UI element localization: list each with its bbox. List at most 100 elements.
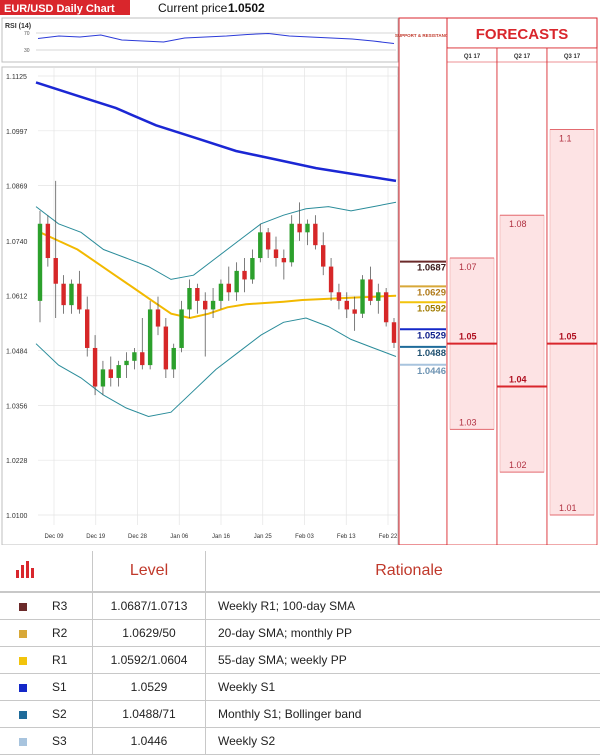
candle-body <box>274 249 278 258</box>
forecast-low-label: 1.01 <box>559 503 577 513</box>
candle-body <box>164 327 168 370</box>
level-label: 1.0687 <box>417 263 446 274</box>
candle-body <box>211 301 215 310</box>
level-rationale: 20-day SMA; monthly PP <box>206 620 600 647</box>
rsi-label: RSI (14) <box>5 23 31 30</box>
forecast-quarter-label: Q1 17 <box>464 54 481 60</box>
x-tick-label: Dec 28 <box>128 534 148 540</box>
candle-body <box>148 309 152 365</box>
level-label: 1.0446 <box>417 366 446 377</box>
chart-figure: EUR/USD Daily Chart Current price 1.0502… <box>0 0 600 545</box>
candle-body <box>132 352 136 361</box>
level-swatch-cell <box>0 592 52 620</box>
candle-body <box>384 292 388 322</box>
candle-body <box>54 258 58 284</box>
y-tick-label: 1.1125 <box>6 74 27 81</box>
candle-body <box>172 348 176 369</box>
forecast-high-label: 1.07 <box>459 262 477 272</box>
x-tick-label: Jan 16 <box>212 534 231 540</box>
y-tick-label: 1.0869 <box>6 184 28 191</box>
level-name: S3 <box>52 728 93 755</box>
levels-panel <box>399 18 447 545</box>
candle-body <box>69 284 73 305</box>
table-row: S11.0529Weekly S1 <box>0 674 600 701</box>
table-header-rationale: Rationale <box>206 551 600 592</box>
forecast-columns: Q1 171.071.031.05Q2 171.081.021.04Q3 171… <box>447 48 597 545</box>
table-row: R31.0687/1.0713Weekly R1; 100-day SMA <box>0 592 600 620</box>
candle-body <box>140 352 144 365</box>
level-name: R2 <box>52 620 93 647</box>
rsi-panel <box>2 18 398 62</box>
candle-body <box>195 288 199 301</box>
candle-body <box>109 369 113 378</box>
levels-header: SUPPORT & RESISTANCE <box>395 33 451 38</box>
x-tick-label: Jan 06 <box>170 534 189 540</box>
candle-body <box>313 224 317 245</box>
table-row: R11.0592/1.060455-day SMA; weekly PP <box>0 647 600 674</box>
x-tick-label: Dec 19 <box>86 534 106 540</box>
forecast-range-band <box>500 215 544 472</box>
candle-body <box>61 284 65 305</box>
candle-body <box>376 292 380 301</box>
candle-body <box>156 309 160 326</box>
table-row: S31.0446Weekly S2 <box>0 728 600 755</box>
candle-body <box>352 309 356 313</box>
candle-body <box>266 232 270 249</box>
level-value: 1.0592/1.0604 <box>93 647 206 674</box>
forecast-quarter-label: Q3 17 <box>564 54 581 60</box>
candle-body <box>203 301 207 310</box>
rsi-tick-30: 30 <box>24 48 30 54</box>
y-tick-label: 1.0484 <box>6 349 28 356</box>
table-header-name <box>52 551 93 592</box>
candle-body <box>187 288 191 309</box>
level-label: 1.0592 <box>417 303 446 314</box>
forecast-high-label: 1.08 <box>509 219 527 229</box>
level-value: 1.0629/50 <box>93 620 206 647</box>
level-swatch-cell <box>0 620 52 647</box>
candle-body <box>282 258 286 262</box>
level-value: 1.0488/71 <box>93 701 206 728</box>
table-header-row: Level Rationale <box>0 551 600 592</box>
candle-body <box>360 279 364 313</box>
candle-body <box>250 258 254 279</box>
y-tick-label: 1.0612 <box>6 294 28 301</box>
candle-body <box>368 279 372 300</box>
candle-body <box>85 309 89 348</box>
forecast-low-label: 1.02 <box>509 460 527 470</box>
level-name: R3 <box>52 592 93 620</box>
candle-body <box>227 284 231 293</box>
level-swatch-cell <box>0 674 52 701</box>
level-label: 1.0529 <box>417 330 446 341</box>
level-value: 1.0446 <box>93 728 206 755</box>
y-tick-label: 1.0100 <box>6 513 28 520</box>
x-tick-label: Jan 25 <box>254 534 273 540</box>
y-tick-label: 1.0740 <box>6 239 28 246</box>
y-tick-label: 1.0228 <box>6 458 28 465</box>
bar-chart-icon <box>0 551 52 592</box>
rsi-tick-70: 70 <box>24 31 30 37</box>
x-tick-label: Feb 13 <box>337 534 356 540</box>
candle-body <box>345 301 349 310</box>
forecast-title: FORECASTS <box>476 26 569 43</box>
price-label: Current price <box>158 1 228 15</box>
level-name: S1 <box>52 674 93 701</box>
candle-body <box>93 348 97 387</box>
levels-table: Level Rationale R31.0687/1.0713Weekly R1… <box>0 551 600 755</box>
candle-body <box>38 224 42 301</box>
candle-body <box>321 245 325 266</box>
candle-body <box>329 267 333 293</box>
candle-body <box>392 322 396 343</box>
level-rationale: Weekly S1 <box>206 674 600 701</box>
level-swatch <box>19 630 27 638</box>
forecast-range-band <box>550 130 594 515</box>
x-tick-label: Feb 22 <box>379 534 398 540</box>
level-name: S2 <box>52 701 93 728</box>
candle-body <box>234 271 238 292</box>
x-tick-label: Dec 09 <box>44 534 64 540</box>
candle-body <box>305 224 309 233</box>
level-rationale: Monthly S1; Bollinger band <box>206 701 600 728</box>
x-tick-label: Feb 03 <box>295 534 314 540</box>
level-swatch <box>19 657 27 665</box>
candle-body <box>337 292 341 301</box>
forecast-low-label: 1.03 <box>459 417 477 427</box>
